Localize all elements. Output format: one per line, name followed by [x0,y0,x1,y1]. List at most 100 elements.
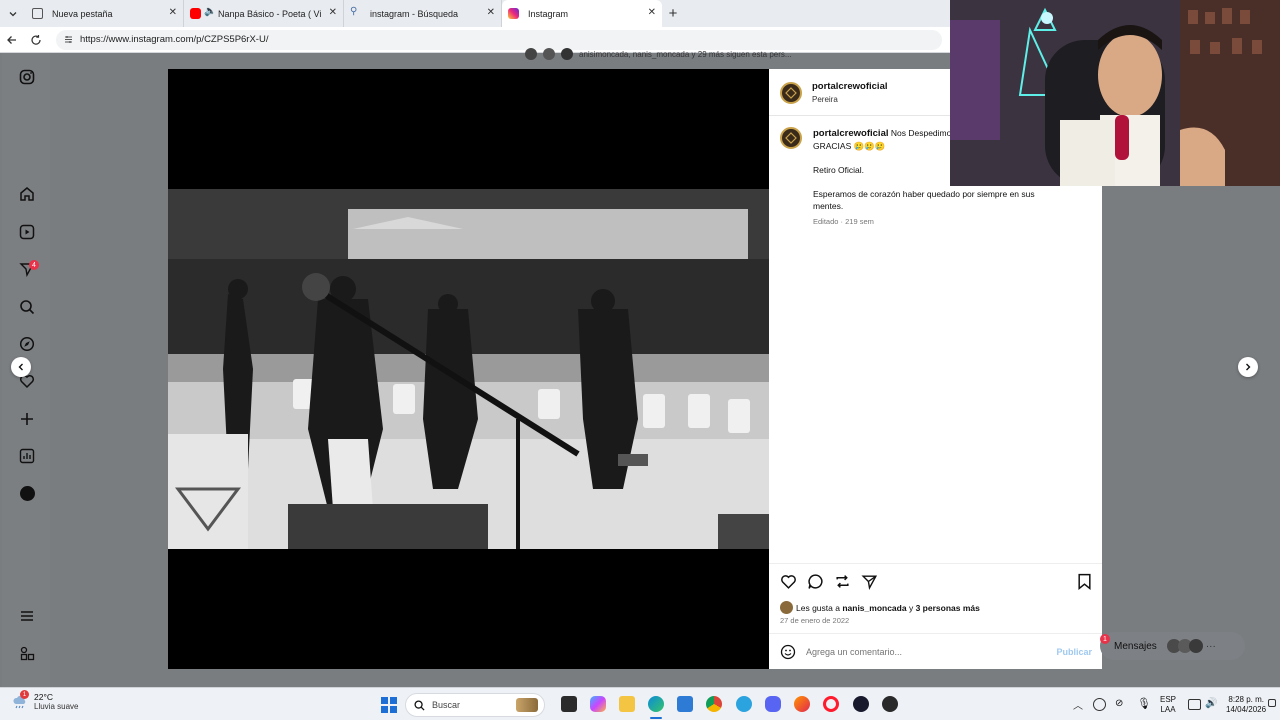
post-media[interactable] [168,69,769,669]
clock-time: 8:28 p. m. [1228,695,1264,704]
taskbar-search-box[interactable]: Buscar [405,693,545,717]
repost-icon[interactable] [834,573,851,593]
weather-desc: Lluvia suave [34,702,79,711]
network-icon[interactable] [1188,699,1201,710]
telegram-icon[interactable] [736,696,752,712]
new-tab-page-icon [32,8,43,19]
copilot-icon[interactable] [590,696,606,712]
caption-text-line2: GRACIAS 🥲🥲🥲 [813,141,886,151]
comment-icon[interactable] [807,573,824,593]
task-view-icon[interactable] [561,696,577,712]
like-heart-icon[interactable] [780,573,797,593]
close-tab-icon[interactable]: ✕ [329,7,337,18]
speaker-icon[interactable]: 🔈 [204,6,216,17]
volume-icon[interactable]: 🔊 [1205,698,1218,711]
tab-list-menu-button[interactable] [0,0,26,27]
clock[interactable]: 8:28 p. m. 14/04/2026 [1226,695,1266,715]
wifi-off-icon[interactable]: ⊘ [1115,698,1128,711]
search-icon[interactable] [16,296,38,318]
home-icon[interactable] [16,183,38,205]
comment-input[interactable] [806,647,1036,657]
store-icon[interactable] [677,696,693,712]
sync-icon[interactable] [1093,698,1106,711]
tab-instagram[interactable]: Instagram ✕ [502,0,662,27]
weather-widget[interactable]: 1 22°C Lluvia suave [12,690,79,712]
post-header: portalcrewoficial Pereira [780,81,888,104]
crew-logo-icon [785,132,797,144]
file-explorer-icon[interactable] [619,696,635,712]
save-bookmark-icon[interactable] [1077,573,1092,593]
profile-avatar-icon[interactable] [16,482,38,504]
tab-label: instagram - Búsqueda [370,8,459,19]
create-icon[interactable] [16,408,38,430]
notification-bell-icon[interactable] [1268,699,1276,707]
app-icon[interactable] [882,696,898,712]
avatar [1188,639,1203,653]
post-location[interactable]: Pereira [812,95,888,104]
explore-icon[interactable] [16,333,38,355]
show-hidden-icons-chevron-up-icon[interactable]: ︿ [1073,697,1083,712]
likes-user[interactable]: nanis_moncada [842,603,906,613]
weather-temp: 22°C [34,692,53,702]
input-language[interactable]: ESP LAA [1160,695,1176,715]
avatar[interactable] [780,81,802,104]
post-date[interactable]: 27 de enero de 2022 [780,616,849,625]
reload-button[interactable] [24,27,48,53]
opera-icon[interactable] [823,696,839,712]
chevron-left-icon [18,363,23,371]
edge-browser-icon[interactable] [648,696,664,712]
share-icon[interactable] [861,573,878,593]
avatar[interactable] [780,127,802,149]
browser-tab-bar: Nueva pestaña ✕ 🔈 Nanpa Básico - Poeta (… [0,0,950,27]
windows-start-icon[interactable] [381,697,397,713]
close-tab-icon[interactable]: ✕ [169,7,177,18]
new-tab-button[interactable]: + [662,0,684,27]
discord-icon[interactable] [765,696,781,712]
windows-taskbar: 1 22°C Lluvia suave Buscar ︿ ⊘ 🎙 ESP LAA… [0,687,1280,720]
post-actions [780,573,1092,591]
likes-others[interactable]: 3 personas más [916,603,980,613]
search-placeholder: Buscar [432,700,461,710]
avatar [543,48,555,60]
emoji-icon[interactable] [780,644,796,660]
dashboard-icon[interactable] [16,445,38,467]
liker-avatar[interactable] [780,601,793,614]
search-icon [414,699,425,711]
site-info-icon[interactable] [62,34,74,46]
messages-label: Mensajes [1114,640,1157,652]
search-highlight-image [516,698,538,712]
close-tab-icon[interactable]: ✕ [487,7,495,18]
tab-new-tab[interactable]: Nueva pestaña ✕ [26,0,184,27]
messages-button[interactable]: 1 Mensajes ··· [1100,632,1245,660]
lang-top: ESP [1160,695,1177,704]
firefox-icon[interactable] [794,696,810,712]
active-app-indicator [650,717,662,719]
chrome-icon[interactable] [706,696,722,712]
media-player-icon[interactable] [853,696,869,712]
tab-search[interactable]: ⚲ instagram - Búsqueda ✕ [344,0,502,27]
publish-button[interactable]: Publicar [1056,647,1092,657]
back-button[interactable] [0,27,24,53]
caption-text-line1: Nos Despedimos [890,128,956,138]
webcam-scene [950,0,1280,186]
actions-divider [769,563,1102,564]
instagram-icon [508,8,519,19]
reload-icon [31,34,41,45]
previous-post-button[interactable] [11,357,31,377]
close-tab-icon[interactable]: ✕ [648,7,656,18]
more-dots-icon: ··· [1205,640,1216,652]
tab-youtube-video[interactable]: 🔈 Nanpa Básico - Poeta ( Video ✕ [184,0,344,27]
reels-icon[interactable] [16,221,38,243]
post-author-username[interactable]: portalcrewoficial [812,81,888,92]
tab-label: Instagram [528,8,569,19]
more-apps-icon[interactable] [16,642,38,664]
menu-icon[interactable] [16,605,38,627]
likes-connector: y [908,602,914,613]
instagram-logo-icon[interactable] [16,66,38,88]
caption-username[interactable]: portalcrewoficial [813,128,889,139]
url-text: https://www.instagram.com/p/CZPS5P6rX-U/ [80,34,269,45]
back-arrow-icon [7,35,16,44]
microphone-icon[interactable]: 🎙 [1137,697,1151,711]
youtube-icon [190,8,201,19]
next-post-button[interactable] [1238,357,1258,377]
